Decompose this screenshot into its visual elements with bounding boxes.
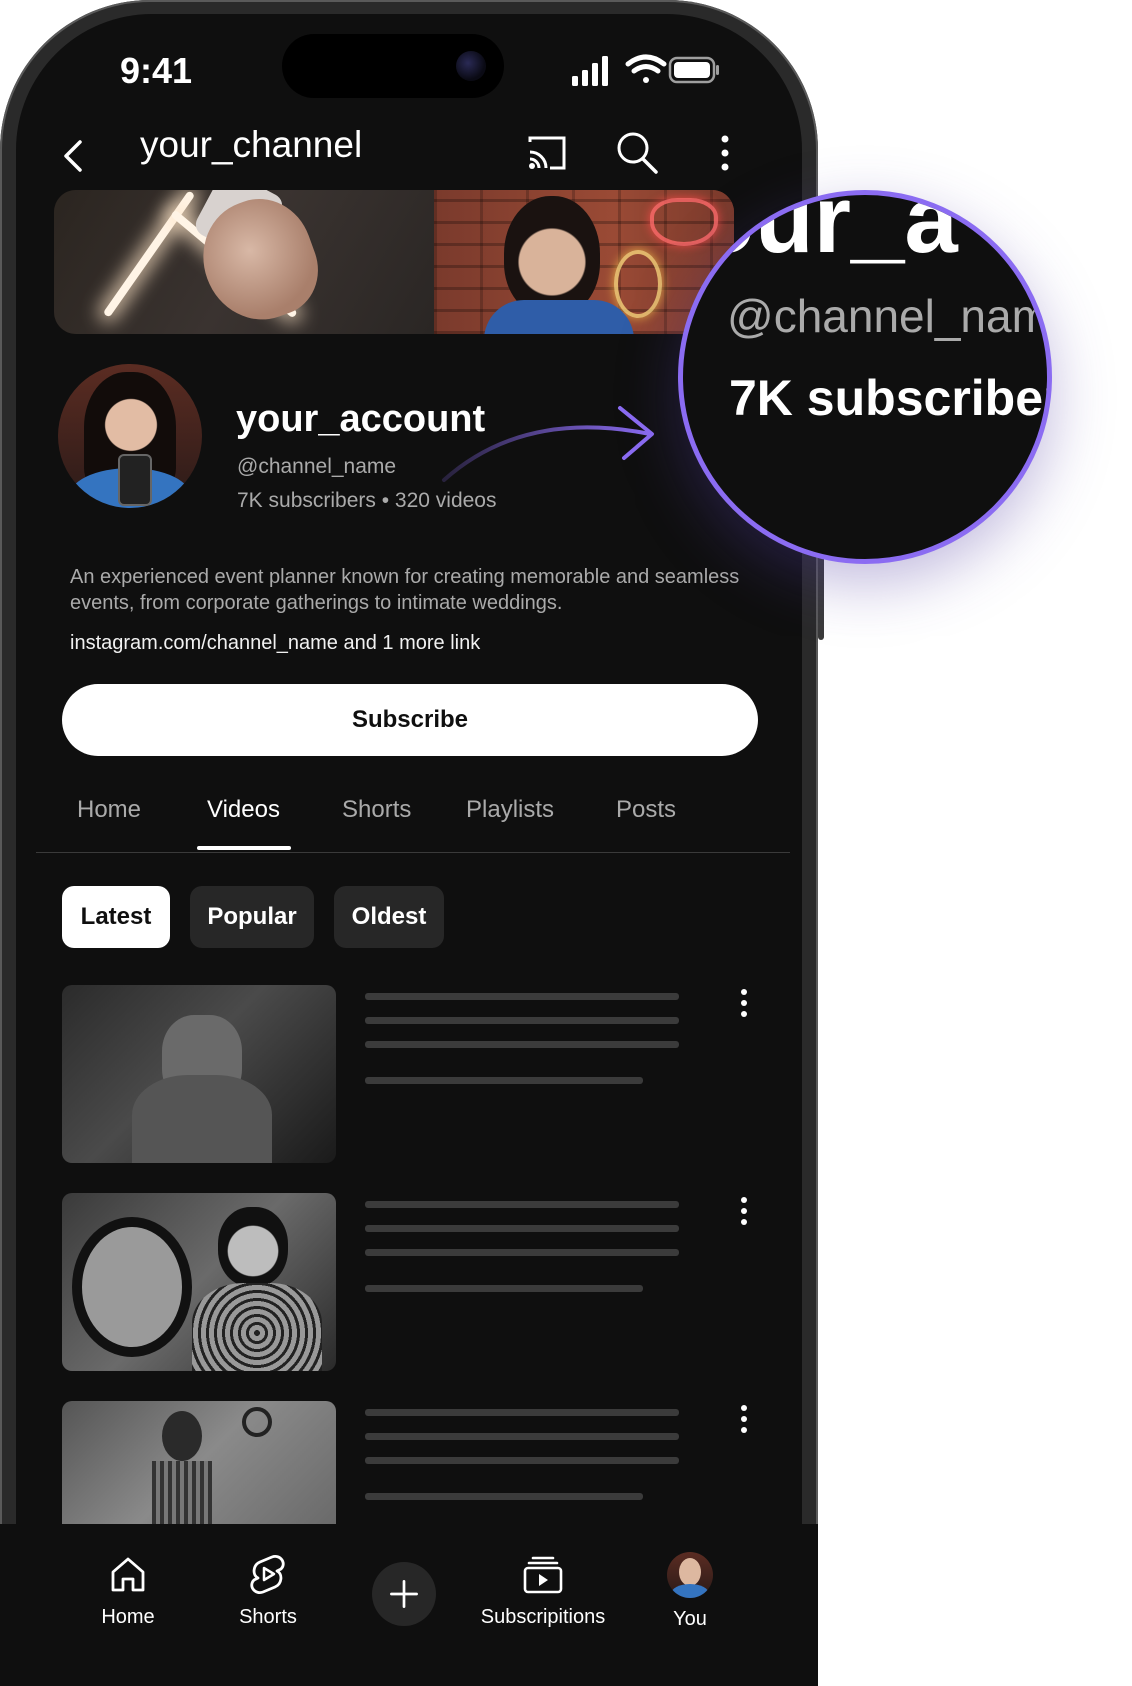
- video-more-icon[interactable]: [734, 1192, 754, 1232]
- channel-title: your_channel: [140, 124, 363, 165]
- thumb-figure: [152, 1461, 212, 1524]
- search-icon[interactable]: [612, 128, 662, 178]
- avatar-camera: [118, 454, 152, 506]
- title-placeholder: [365, 1041, 679, 1048]
- nav-home[interactable]: Home: [58, 1552, 198, 1629]
- avatar-shirt: [671, 1584, 709, 1598]
- nav-shorts-label: Shorts: [239, 1606, 297, 1628]
- chip-latest[interactable]: Latest: [62, 886, 170, 948]
- creator-portrait: [504, 196, 600, 316]
- nav-you-label: You: [673, 1608, 707, 1630]
- title-placeholder: [365, 1225, 679, 1232]
- back-arrow-icon[interactable]: [52, 134, 96, 178]
- thumb-figure: [132, 1075, 272, 1163]
- channel-description[interactable]: An experienced event planner known for c…: [70, 564, 760, 616]
- create-button[interactable]: [372, 1562, 436, 1626]
- signal-icon: [572, 56, 608, 86]
- meta-placeholder: [365, 1077, 643, 1084]
- chip-oldest[interactable]: Oldest: [334, 886, 444, 948]
- status-time: 9:41: [120, 50, 193, 91]
- avatar-face: [679, 1558, 701, 1586]
- magnified-subscribers: 7K subscriber: [729, 370, 1052, 426]
- wifi-icon: [625, 54, 667, 83]
- more-vert-icon[interactable]: [700, 128, 750, 178]
- title-placeholder: [365, 1433, 679, 1440]
- nav-shorts[interactable]: Shorts: [198, 1552, 338, 1629]
- channel-tabs: [36, 786, 790, 853]
- channel-handle: @channel_name: [237, 455, 397, 478]
- video-more-icon[interactable]: [734, 984, 754, 1024]
- nav-subscriptions-label: Subscripitions: [480, 1606, 606, 1628]
- creator-shirt: [484, 300, 634, 334]
- meta-placeholder: [365, 1285, 643, 1292]
- nav-subscriptions[interactable]: Subscripitions: [472, 1552, 614, 1629]
- thumb-ring-light: [72, 1217, 192, 1357]
- thumb-figure: [192, 1283, 322, 1371]
- subscriptions-icon: [523, 1556, 563, 1594]
- thumb-figure: [218, 1207, 288, 1287]
- shorts-icon: [250, 1555, 285, 1594]
- tab-shorts[interactable]: Shorts: [342, 796, 411, 824]
- magnified-handle: @channel_nam: [727, 290, 1050, 342]
- active-tab-indicator: [197, 846, 291, 850]
- video-thumbnail[interactable]: [62, 1193, 336, 1371]
- magnified-title: your_a: [683, 190, 958, 273]
- title-placeholder: [365, 1201, 679, 1208]
- chip-popular[interactable]: Popular: [190, 886, 314, 948]
- meta-placeholder: [365, 1493, 643, 1500]
- title-placeholder: [365, 1017, 679, 1024]
- avatar: [667, 1552, 713, 1598]
- battery-icon: [668, 56, 719, 84]
- thumb-ring-light: [242, 1407, 272, 1437]
- nav-you[interactable]: You: [620, 1552, 760, 1631]
- title-placeholder: [365, 1457, 679, 1464]
- nav-home-label: Home: [101, 1606, 155, 1628]
- dynamic-island: [282, 34, 504, 98]
- tab-home[interactable]: Home: [77, 796, 141, 824]
- cast-icon[interactable]: [522, 128, 572, 178]
- status-icons: [572, 54, 719, 86]
- channel-banner: [54, 190, 734, 334]
- tab-videos[interactable]: Videos: [207, 796, 280, 824]
- video-thumbnail[interactable]: [62, 1401, 336, 1524]
- video-more-icon[interactable]: [734, 1400, 754, 1440]
- title-placeholder: [365, 993, 679, 1000]
- callout-arrow-icon: [442, 406, 654, 482]
- thumb-figure: [162, 1411, 202, 1461]
- home-icon: [111, 1557, 145, 1592]
- tab-playlists[interactable]: Playlists: [466, 796, 554, 824]
- avatar-face: [100, 382, 162, 460]
- channel-stats: 7K subscribers • 320 videos: [237, 489, 497, 512]
- tab-posts[interactable]: Posts: [616, 796, 676, 824]
- video-thumbnail[interactable]: [62, 985, 336, 1163]
- title-placeholder: [365, 1409, 679, 1416]
- front-camera: [456, 51, 486, 81]
- channel-avatar[interactable]: [58, 364, 202, 508]
- subscribe-button[interactable]: Subscribe: [62, 684, 758, 756]
- neon-sign: [614, 250, 662, 318]
- plus-icon: [390, 1580, 418, 1608]
- title-placeholder: [365, 1249, 679, 1256]
- channel-links[interactable]: instagram.com/channel_name and 1 more li…: [70, 632, 480, 655]
- zoom-magnifier: your_a @channel_nam 7K subscriber: [678, 190, 1052, 564]
